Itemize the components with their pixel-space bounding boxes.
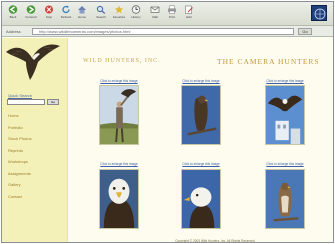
nav-item-gallery[interactable]: Gallery bbox=[8, 183, 64, 187]
eagle-portrait-photo-icon bbox=[100, 170, 138, 228]
browser-toolbar: Back Forward Stop Refresh Home Search Fa… bbox=[2, 2, 333, 26]
globe-icon bbox=[314, 8, 326, 20]
nav-item-workshops[interactable]: Workshops bbox=[8, 160, 64, 164]
favorites-icon bbox=[114, 4, 125, 14]
flying-eagle-photo-icon bbox=[266, 86, 304, 144]
print-icon bbox=[167, 4, 178, 14]
stop-icon bbox=[44, 4, 55, 14]
mail-button[interactable]: Mail bbox=[148, 4, 162, 24]
thumbnail-label[interactable]: Click to enlarge this image bbox=[99, 79, 139, 83]
search-input[interactable] bbox=[7, 99, 45, 105]
eagle-profile-photo-icon bbox=[182, 170, 220, 228]
back-label: Back bbox=[9, 15, 17, 19]
nav-item-portfolio[interactable]: Portfolio bbox=[8, 125, 64, 130]
forward-button[interactable]: Forward bbox=[24, 4, 38, 24]
favorites-label: Favorites bbox=[112, 15, 126, 19]
web-page: Quick Search Go Home Portfolio Stock Pho… bbox=[2, 38, 333, 243]
nav-item-assignments[interactable]: Assignments bbox=[8, 171, 64, 176]
flying-eagle-icon bbox=[6, 44, 60, 80]
search-go-button[interactable]: Go bbox=[47, 99, 59, 105]
search-label: Search bbox=[96, 15, 106, 19]
main-content: WILD HUNTERS, INC. THE CAMERA HUNTERS Cl… bbox=[69, 38, 333, 243]
thumbnail-label[interactable]: Click to enlarge this image bbox=[99, 162, 139, 166]
photo-hawk-perched[interactable] bbox=[265, 169, 305, 229]
nav-item-contact[interactable]: Contact bbox=[8, 194, 64, 199]
history-label: History bbox=[131, 15, 141, 19]
photo-bald-eagle-portrait[interactable] bbox=[99, 169, 139, 229]
stop-label: Stop bbox=[45, 15, 53, 19]
refresh-button[interactable]: Refresh bbox=[59, 4, 73, 24]
sidebar: Quick Search Go Home Portfolio Stock Pho… bbox=[2, 38, 68, 242]
site-name: WILD HUNTERS, INC. bbox=[83, 58, 161, 64]
print-label: Print bbox=[168, 15, 176, 19]
back-arrow-icon bbox=[8, 4, 19, 14]
home-button[interactable]: Home bbox=[75, 4, 89, 24]
quick-search-label: Quick Search bbox=[8, 93, 33, 98]
refresh-icon bbox=[61, 4, 72, 14]
browser-logo bbox=[311, 5, 327, 21]
page-heading: THE CAMERA HUNTERS bbox=[217, 57, 320, 66]
thumbnail-label[interactable]: Click to enlarge this image bbox=[265, 162, 305, 166]
photo-eagle-on-branch[interactable] bbox=[181, 85, 221, 145]
print-button[interactable]: Print bbox=[165, 4, 179, 24]
forward-arrow-icon bbox=[26, 4, 37, 14]
search-icon bbox=[96, 4, 107, 14]
mail-icon bbox=[150, 4, 161, 14]
address-bar: Address http://www.wildlifecameras.com/i… bbox=[2, 26, 333, 37]
nav-item-home[interactable]: Home bbox=[8, 114, 64, 118]
forward-label: Forward bbox=[25, 15, 37, 19]
go-button[interactable]: Go bbox=[298, 28, 312, 35]
footer-copyright: Copyright © 2003 Wild Hunters, Inc. All … bbox=[175, 239, 255, 243]
eagle-logo bbox=[4, 40, 62, 82]
sidebar-nav: Home Portfolio Stock Photos Reprints Wor… bbox=[8, 114, 64, 206]
search-button[interactable]: Search bbox=[94, 4, 108, 24]
edit-button[interactable]: Edit bbox=[182, 4, 196, 24]
photo-eagle-in-flight[interactable] bbox=[265, 85, 305, 145]
address-input[interactable]: http://www.wildlifecameras.com/images/ph… bbox=[32, 28, 294, 35]
mail-label: Mail bbox=[152, 15, 158, 19]
hawk-photo-icon bbox=[266, 170, 304, 228]
browser-window: Back Forward Stop Refresh Home Search Fa… bbox=[1, 1, 334, 243]
thumbnail-label[interactable]: Click to enlarge this image bbox=[265, 79, 305, 83]
history-icon bbox=[131, 4, 142, 14]
perched-eagle-photo-icon bbox=[182, 86, 220, 144]
nav-item-reprints[interactable]: Reprints bbox=[8, 148, 64, 153]
photo-falconer-with-eagle[interactable] bbox=[99, 85, 139, 145]
home-label: Home bbox=[77, 15, 86, 19]
history-button[interactable]: History bbox=[129, 4, 143, 24]
thumbnail-label[interactable]: Click to enlarge this image bbox=[181, 162, 221, 166]
thumbnail-label[interactable]: Click to enlarge this image bbox=[181, 79, 221, 83]
refresh-label: Refresh bbox=[60, 15, 72, 19]
falconer-photo-icon bbox=[100, 86, 138, 144]
stop-button[interactable]: Stop bbox=[42, 4, 56, 24]
edit-icon bbox=[184, 4, 195, 14]
photo-bald-eagle-profile[interactable] bbox=[181, 169, 221, 229]
edit-label: Edit bbox=[186, 15, 192, 19]
address-label: Address bbox=[6, 29, 21, 34]
home-icon bbox=[77, 4, 88, 14]
back-button[interactable]: Back bbox=[6, 4, 20, 24]
nav-item-stock-photos[interactable]: Stock Photos bbox=[8, 137, 64, 141]
favorites-button[interactable]: Favorites bbox=[112, 4, 126, 24]
